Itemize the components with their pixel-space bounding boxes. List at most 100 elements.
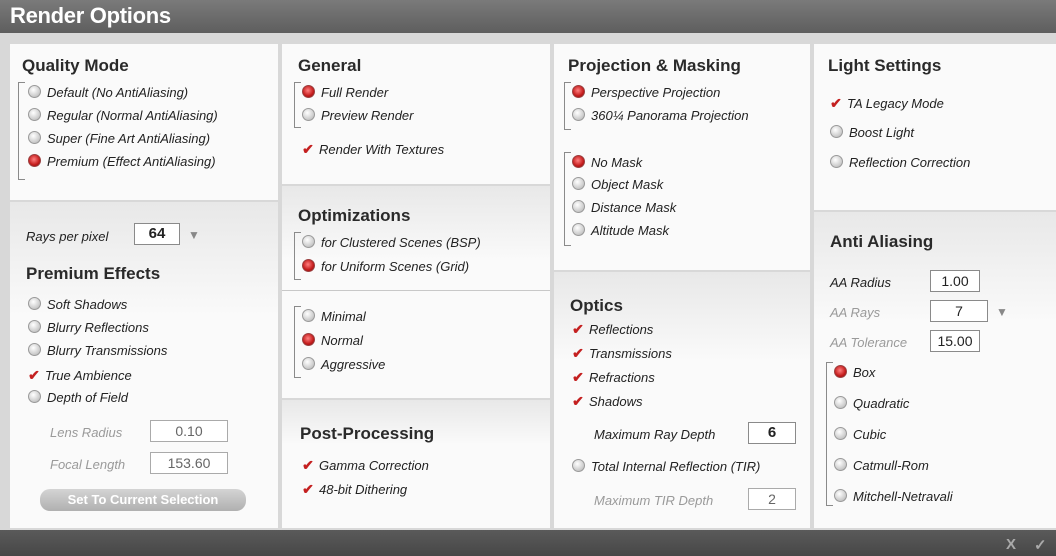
radio-icon	[572, 177, 585, 190]
mask-distance[interactable]: Distance Mask	[572, 199, 676, 217]
radio-icon	[302, 309, 315, 322]
premium-effects-panel: Rays per pixel 64 ▼ Premium Effects Soft…	[10, 202, 278, 528]
aa-tolerance-label: AA Tolerance	[830, 335, 908, 350]
panorama-projection[interactable]: 360¼ Panorama Projection	[572, 107, 749, 125]
post-processing-heading: Post-Processing	[300, 424, 435, 443]
optics-transmissions[interactable]: ✔ Transmissions	[572, 344, 672, 362]
check-icon: ✔	[572, 393, 584, 409]
aa-filter-box[interactable]: Box	[834, 364, 875, 382]
aa-filter-cubic[interactable]: Cubic	[834, 426, 886, 444]
tir-radio[interactable]: Total Internal Reflection (TIR)	[572, 458, 760, 476]
general-preview-render[interactable]: Preview Render	[302, 107, 414, 125]
aa-tolerance-input[interactable]: 15.00	[930, 330, 980, 352]
effect-blurry-reflections[interactable]: Blurry Reflections	[28, 319, 149, 337]
radio-icon	[572, 200, 585, 213]
quality-option-default[interactable]: Default (No AntiAliasing)	[28, 84, 188, 102]
projection-bracket	[564, 82, 571, 130]
render-with-textures-checkbox[interactable]: ✔ Render With Textures	[302, 140, 444, 158]
gamma-correction-checkbox[interactable]: ✔ Gamma Correction	[302, 456, 429, 474]
aa-radius-input[interactable]: 1.00	[930, 270, 980, 292]
effect-true-ambience[interactable]: ✔ True Ambience	[28, 366, 132, 384]
aa-radius-label: AA Radius	[830, 275, 891, 290]
radio-icon	[572, 459, 585, 472]
perspective-projection[interactable]: Perspective Projection	[572, 84, 720, 102]
lens-radius-input[interactable]: 0.10	[150, 420, 228, 442]
optics-shadows[interactable]: ✔ Shadows	[572, 392, 642, 410]
radio-selected-icon	[572, 155, 585, 168]
check-icon: ✔	[572, 345, 584, 361]
reflection-correction-radio[interactable]: Reflection Correction	[830, 154, 970, 172]
optics-refractions[interactable]: ✔ Refractions	[572, 368, 655, 386]
check-icon: ✔	[302, 481, 314, 497]
check-icon: ✔	[302, 457, 314, 473]
optics-reflections[interactable]: ✔ Reflections	[572, 320, 653, 338]
quality-option-super[interactable]: Super (Fine Art AntiAliasing)	[28, 130, 210, 148]
aa-filter-catmull-rom[interactable]: Catmull-Rom	[834, 457, 929, 475]
rays-input[interactable]: 64	[134, 223, 180, 245]
ta-legacy-mode-checkbox[interactable]: ✔ TA Legacy Mode	[830, 94, 944, 112]
general-heading: General	[298, 56, 362, 75]
focal-length-input[interactable]: 153.60	[150, 452, 228, 474]
projection-heading: Projection & Masking	[568, 56, 741, 75]
max-tir-depth-input[interactable]: 2	[748, 488, 796, 510]
general-full-render[interactable]: Full Render	[302, 84, 388, 102]
opt-aggressive[interactable]: Aggressive	[302, 356, 385, 374]
dithering-checkbox[interactable]: ✔ 48-bit Dithering	[302, 480, 407, 498]
radio-icon	[28, 108, 41, 121]
radio-icon	[572, 108, 585, 121]
radio-selected-icon	[302, 85, 315, 98]
optimizations-level-bracket	[294, 306, 301, 378]
check-icon: ✔	[572, 369, 584, 385]
radio-icon	[28, 297, 41, 310]
optimizations-heading: Optimizations	[298, 206, 411, 225]
optimizations-divider	[282, 290, 550, 291]
opt-uniform-scenes[interactable]: for Uniform Scenes (Grid)	[302, 258, 469, 276]
title-bar: Render Options	[0, 0, 1056, 33]
radio-icon	[28, 85, 41, 98]
opt-normal[interactable]: Normal	[302, 332, 363, 350]
check-icon: ✔	[302, 141, 314, 157]
set-to-current-selection-button[interactable]: Set To Current Selection	[40, 489, 246, 511]
optics-heading: Optics	[570, 296, 623, 315]
effect-depth-of-field[interactable]: Depth of Field	[28, 389, 128, 407]
premium-effects-heading: Premium Effects	[26, 264, 161, 283]
effect-soft-shadows[interactable]: Soft Shadows	[28, 296, 127, 314]
ok-button[interactable]: ✓	[1034, 536, 1047, 554]
radio-icon	[28, 131, 41, 144]
radio-selected-icon	[302, 259, 315, 272]
rays-label: Rays per pixel	[26, 229, 109, 244]
radio-icon	[302, 235, 315, 248]
aa-rays-input[interactable]: 7	[930, 300, 988, 322]
max-ray-depth-input[interactable]: 6	[748, 422, 796, 444]
radio-selected-icon	[302, 333, 315, 346]
quality-mode-heading: Quality Mode	[22, 56, 129, 75]
mask-bracket	[564, 152, 571, 246]
quality-option-regular[interactable]: Regular (Normal AntiAliasing)	[28, 107, 218, 125]
radio-icon	[28, 320, 41, 333]
anti-aliasing-heading: Anti Aliasing	[830, 232, 934, 251]
aa-filter-bracket	[826, 362, 833, 506]
lens-radius-label: Lens Radius	[50, 425, 123, 440]
optics-panel: Optics ✔ Reflections ✔ Transmissions ✔ Refr…	[554, 272, 810, 528]
aa-filter-quadratic[interactable]: Quadratic	[834, 395, 909, 413]
aa-filter-mitchell-netravali[interactable]: Mitchell-Netravali	[834, 488, 953, 506]
mask-altitude[interactable]: Altitude Mask	[572, 222, 669, 240]
quality-option-premium[interactable]: Premium (Effect AntiAliasing)	[28, 153, 216, 171]
general-panel: General Full Render Preview Render ✔ Rend…	[282, 44, 550, 184]
boost-light-radio[interactable]: Boost Light	[830, 124, 914, 142]
optimizations-scene-bracket	[294, 232, 301, 280]
radio-icon	[572, 223, 585, 236]
radio-icon	[834, 458, 847, 471]
radio-icon	[28, 390, 41, 403]
cancel-button[interactable]: X	[1006, 536, 1016, 553]
radio-icon	[834, 396, 847, 409]
opt-minimal[interactable]: Minimal	[302, 308, 366, 326]
mask-none[interactable]: No Mask	[572, 154, 642, 172]
effect-blurry-transmissions[interactable]: Blurry Transmissions	[28, 342, 167, 360]
opt-clustered-scenes[interactable]: for Clustered Scenes (BSP)	[302, 234, 481, 252]
check-icon: ✔	[830, 95, 842, 111]
mask-object[interactable]: Object Mask	[572, 176, 663, 194]
check-icon: ✔	[572, 321, 584, 337]
rays-dropdown-icon[interactable]: ▼	[188, 228, 200, 242]
aa-rays-dropdown-icon[interactable]: ▼	[996, 305, 1008, 319]
